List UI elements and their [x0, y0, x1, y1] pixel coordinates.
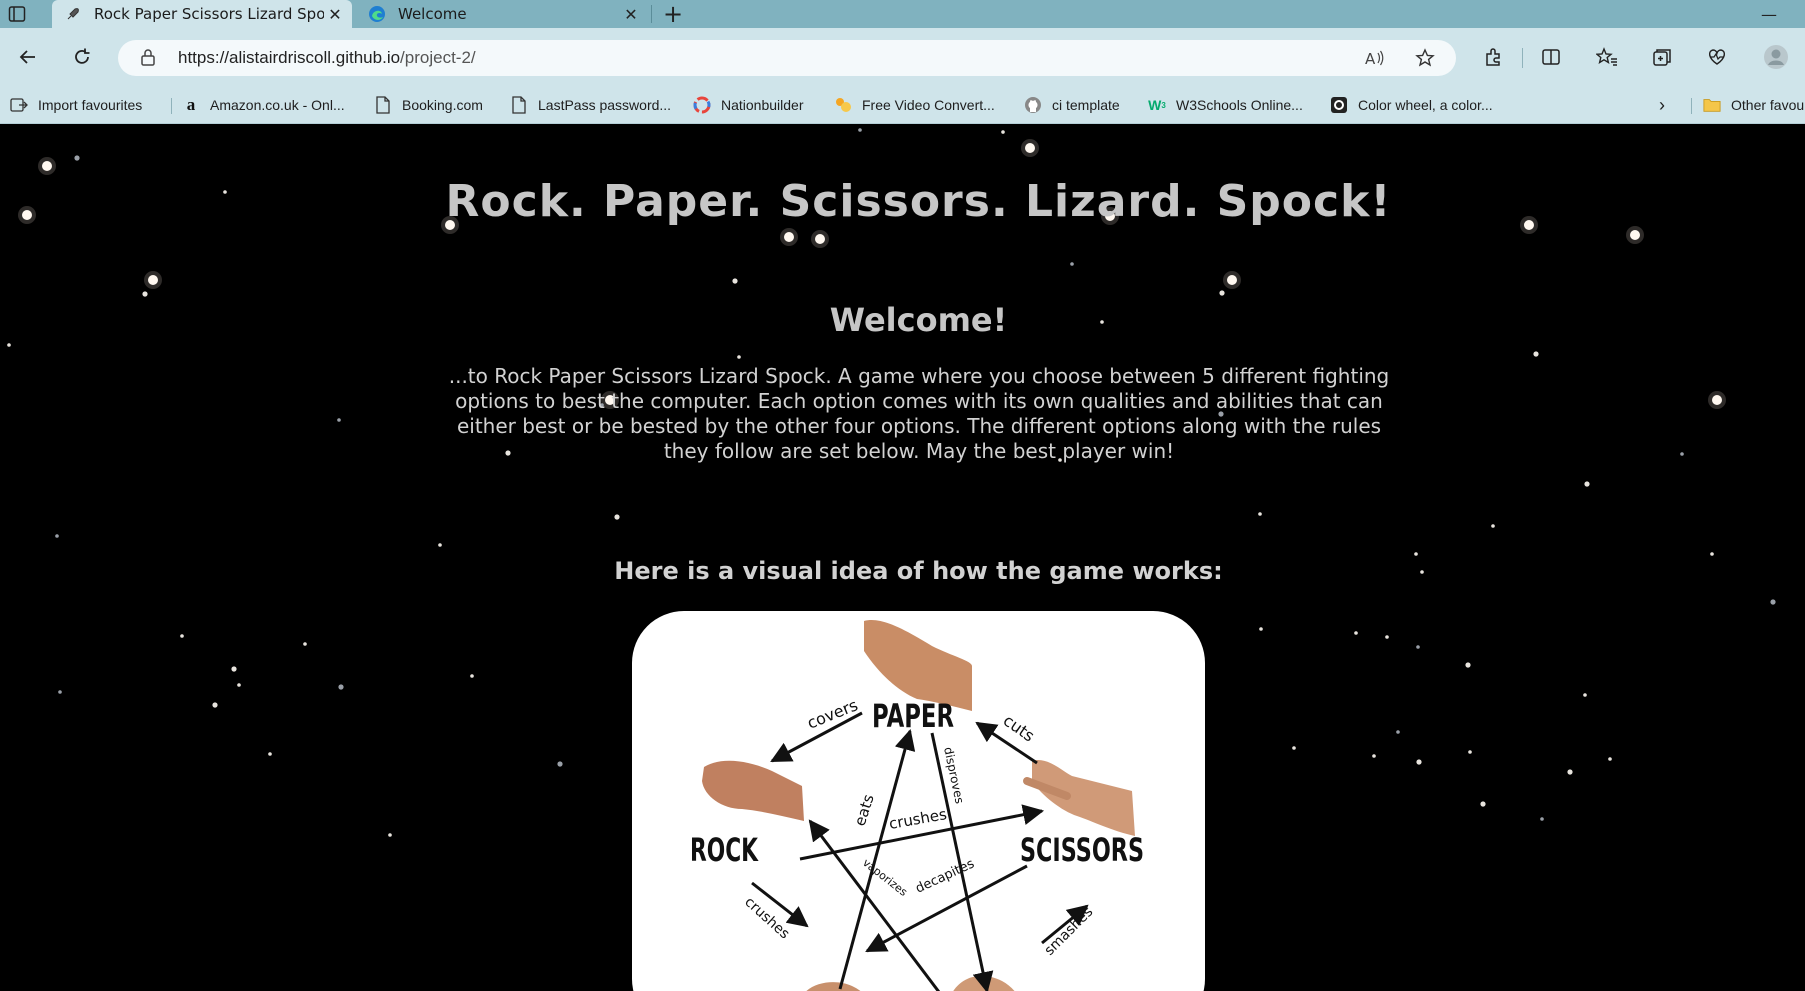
tab-actions-icon[interactable] — [6, 3, 28, 25]
fav-label: Color wheel, a color... — [1358, 97, 1493, 113]
diagram-label-paper: PAPER — [872, 697, 954, 735]
tab-title: Welcome — [398, 5, 467, 23]
rock-hand-image — [702, 760, 804, 821]
favourite-star-icon[interactable] — [1414, 47, 1436, 69]
fav-amazon[interactable]: a Amazon.co.uk - Onl... — [182, 94, 345, 116]
back-arrow-icon[interactable] — [13, 42, 43, 72]
verb-decapites: decapites — [913, 856, 977, 896]
close-tab-icon[interactable]: ✕ — [620, 3, 642, 25]
favourites-icon[interactable] — [1592, 42, 1622, 72]
page-viewport: Rock. Paper. Scissors. Lizard. Spock! We… — [0, 124, 1805, 991]
minimize-icon[interactable]: — — [1761, 4, 1777, 24]
fav-import-favourites[interactable]: Import favourites — [10, 94, 142, 116]
toolbar-divider — [1522, 48, 1523, 68]
favourites-divider — [171, 98, 172, 114]
collections-icon[interactable] — [1647, 42, 1677, 72]
favourites-bar: Import favourites a Amazon.co.uk - Onl..… — [0, 86, 1805, 124]
fav-label: Import favourites — [38, 97, 143, 113]
arrow-eats — [838, 728, 916, 990]
verb-crushes-low: crushes — [741, 894, 792, 942]
performance-icon[interactable] — [1702, 42, 1732, 72]
reload-icon[interactable] — [67, 42, 97, 72]
tab-welcome[interactable]: Welcome ✕ — [356, 0, 648, 28]
url-text[interactable]: https://alistairdriscoll.github.io/proje… — [178, 48, 476, 68]
fav-label: ci template — [1052, 97, 1120, 113]
address-bar[interactable]: https://alistairdriscoll.github.io/proje… — [118, 40, 1456, 76]
lock-icon[interactable] — [140, 48, 158, 68]
new-tab-icon[interactable]: + — [660, 0, 686, 28]
fav-other-favourites[interactable]: Other favourites — [1703, 94, 1805, 116]
extensions-icon[interactable] — [1478, 42, 1508, 72]
scissors-hand-image — [1023, 759, 1135, 836]
diagram-label-scissors: SCISSORS — [1020, 831, 1144, 869]
fav-label: LastPass password... — [538, 97, 672, 113]
fav-lastpass[interactable]: LastPass password... — [510, 94, 671, 116]
tab-bar: Rock Paper Scissors Lizard Spock ✕ Welco… — [0, 0, 1805, 28]
import-icon — [10, 96, 28, 114]
w3schools-icon: W3 — [1148, 97, 1166, 113]
game-rules-diagram: PAPER ROCK SCISSORS covers cuts disprove… — [632, 611, 1205, 991]
favourites-overflow-chevron-icon[interactable]: › — [1659, 94, 1665, 116]
fav-label: Other favourites — [1731, 97, 1805, 113]
fav-label: Booking.com — [402, 97, 483, 113]
edge-icon — [368, 5, 386, 23]
favourites-divider — [1691, 98, 1692, 114]
tab-separator — [651, 5, 652, 23]
fav-label: Nationbuilder — [721, 97, 804, 113]
fav-nationbuilder[interactable]: Nationbuilder — [693, 94, 804, 116]
spock-hand-image — [953, 975, 1015, 991]
split-screen-icon[interactable] — [1536, 42, 1566, 72]
page-title: Rock. Paper. Scissors. Lizard. Spock! — [445, 176, 1392, 227]
fav-free-video-converter[interactable]: Free Video Convert... — [834, 94, 995, 116]
colorwheel-icon — [1330, 96, 1348, 114]
fav-color-wheel[interactable]: Color wheel, a color... — [1330, 94, 1493, 116]
read-aloud-icon[interactable]: A — [1364, 47, 1386, 69]
url-host: https://alistairdriscoll.github.io — [178, 48, 401, 67]
profile-avatar-icon[interactable] — [1761, 42, 1791, 72]
tab-title: Rock Paper Scissors Lizard Spock — [94, 5, 324, 23]
tab-rpsls[interactable]: Rock Paper Scissors Lizard Spock ✕ — [52, 0, 352, 28]
navigation-toolbar: https://alistairdriscoll.github.io/proje… — [0, 28, 1805, 86]
svg-text:A: A — [1365, 50, 1376, 67]
welcome-heading: Welcome! — [829, 301, 1008, 339]
fav-label: Free Video Convert... — [862, 97, 995, 113]
verb-smashes: smashes — [1042, 904, 1097, 959]
close-tab-icon[interactable]: ✕ — [324, 3, 346, 25]
verb-eats: eats — [851, 792, 878, 828]
fav-booking[interactable]: Booking.com — [374, 94, 483, 116]
github-icon — [1024, 96, 1042, 114]
visual-heading: Here is a visual idea of how the game wo… — [614, 557, 1223, 585]
nationbuilder-icon — [693, 96, 711, 114]
page-icon — [374, 96, 392, 114]
fav-label: Amazon.co.uk - Onl... — [210, 97, 345, 113]
fav-w3schools[interactable]: W3 W3Schools Online... — [1148, 94, 1303, 116]
fav-ci-template[interactable]: ci template — [1024, 94, 1120, 116]
amazon-icon: a — [186, 95, 196, 114]
folder-icon — [1703, 96, 1721, 114]
diagram-label-rock: ROCK — [690, 831, 759, 869]
rocket-icon — [64, 5, 82, 23]
fav-label: W3Schools Online... — [1176, 97, 1303, 113]
converter-icon — [834, 96, 852, 114]
verb-crushes-mid: crushes — [888, 805, 949, 833]
url-path: /project-2/ — [400, 48, 476, 67]
page-icon — [510, 96, 528, 114]
intro-paragraph: ...to Rock Paper Scissors Lizard Spock. … — [448, 364, 1390, 463]
arrow-vaporizes — [808, 819, 941, 991]
